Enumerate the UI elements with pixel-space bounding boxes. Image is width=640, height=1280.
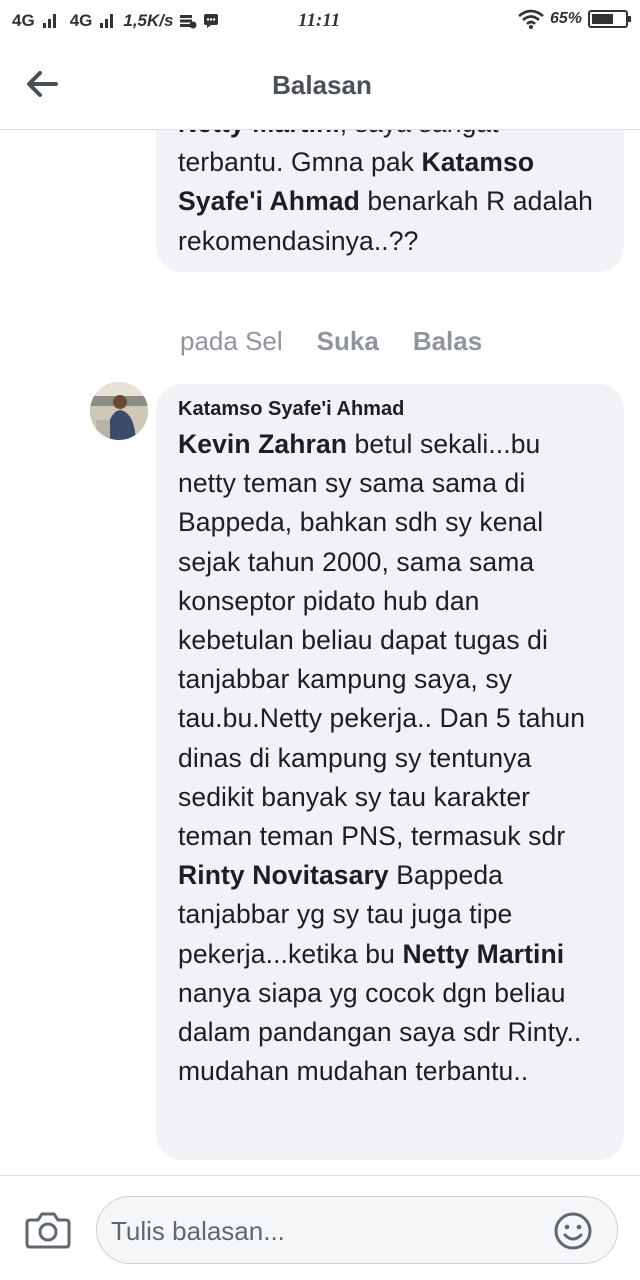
wifi-icon: [518, 9, 544, 29]
comment-text: Kevin Zahran betul sekali...bu netty tem…: [178, 425, 602, 1091]
reply-bar: [0, 1175, 640, 1280]
comment-text-part: nanya siapa yg cocok dgn beliau dalam pa…: [178, 977, 582, 1087]
comment-author[interactable]: Katamso Syafe'i Ahmad: [178, 398, 602, 421]
signal-icon: [100, 14, 114, 28]
status-left: 4G 4G 1,5K/s: [12, 11, 219, 31]
battery-percent: 65%: [549, 10, 582, 27]
mention-link[interactable]: Rinty Novitasary: [178, 860, 389, 890]
mention-link[interactable]: Kevin Zahran: [178, 429, 347, 459]
notification-icon: [204, 14, 219, 28]
data-saver-icon: [180, 15, 197, 29]
comment-text-part: betul sekali...bu netty teman sy sama sa…: [178, 429, 586, 852]
page-title: Balasan: [272, 70, 372, 100]
comment-bubble: Katamso Syafe'i Ahmad Kevin Zahran betul…: [156, 384, 624, 1160]
comment-text: Netty Martini, saya sangat terbantu. Gmn…: [178, 130, 602, 261]
profile-photo: [90, 382, 148, 440]
network-label-1: 4G: [12, 11, 35, 30]
mention-link[interactable]: Netty Martini: [178, 130, 340, 138]
camera-icon[interactable]: [24, 1210, 72, 1250]
clock: 11:11: [298, 10, 341, 31]
comment-actions: pada Sel Suka Balas: [180, 326, 482, 357]
smiley-icon[interactable]: [553, 1211, 593, 1251]
comment-bubble: Netty Martini, saya sangat terbantu. Gmn…: [156, 130, 624, 272]
avatar[interactable]: [90, 382, 148, 440]
reply-input-container[interactable]: [96, 1196, 618, 1264]
signal-icon: [42, 14, 56, 28]
network-label-2: 4G: [69, 11, 93, 30]
network-speed: 1,5K/s: [123, 11, 174, 30]
top-bar: Balasan: [0, 42, 640, 130]
like-button[interactable]: Suka: [317, 326, 379, 357]
comment-timestamp: pada Sel: [180, 326, 283, 356]
battery-icon: [588, 10, 631, 28]
mention-link[interactable]: Netty Martini: [402, 939, 564, 969]
status-right: 65%: [518, 9, 631, 29]
reply-button[interactable]: Balas: [413, 326, 482, 357]
comments-list[interactable]: Netty Martini, saya sangat terbantu. Gmn…: [0, 130, 640, 1175]
reply-input[interactable]: [111, 1209, 531, 1253]
status-bar: 4G 4G 1,5K/s 11:11 65%: [0, 0, 640, 42]
